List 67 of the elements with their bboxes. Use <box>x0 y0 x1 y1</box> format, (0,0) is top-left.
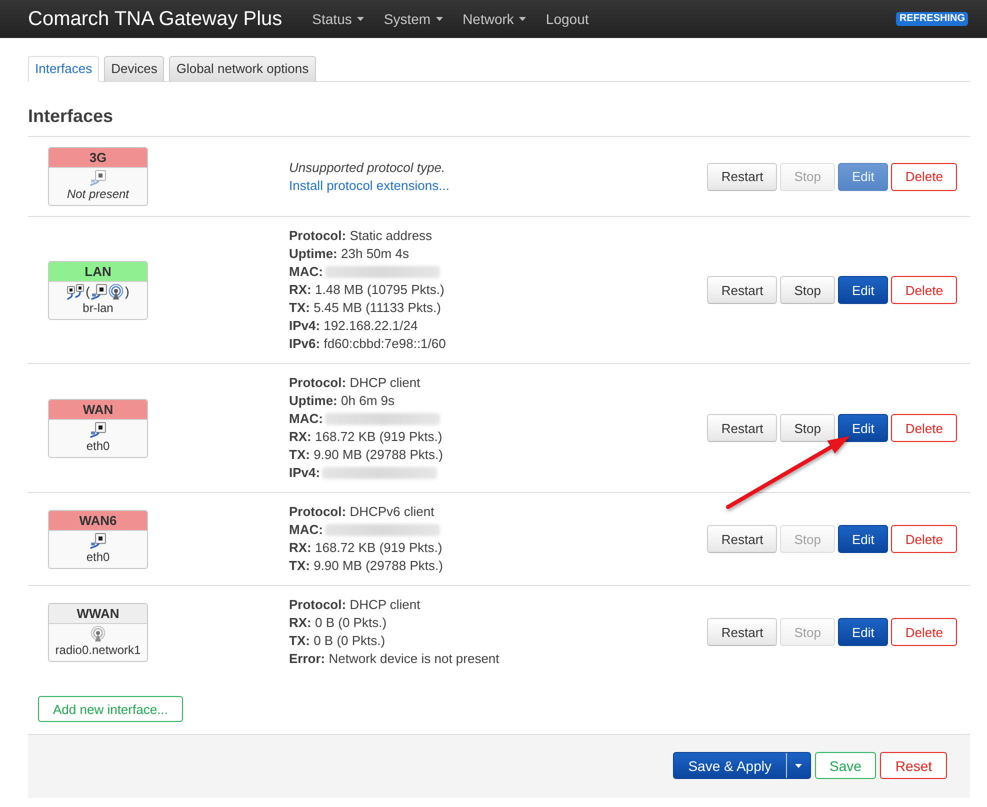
nav-menu-item[interactable]: System <box>384 11 443 27</box>
action-button[interactable]: Edit <box>838 414 888 442</box>
detail-line: Protocol: DHCP client <box>289 596 420 614</box>
detail-line: IPv4: 192.168.22.1/24 <box>289 317 418 335</box>
detail-line: RX: 168.72 KB (919 Pkts.) <box>289 428 442 446</box>
detail-line: Uptime: 0h 6m 9s <box>289 392 394 410</box>
caret-icon <box>518 17 526 21</box>
interface-name: 3G <box>49 148 147 168</box>
brand-title[interactable]: Comarch TNA Gateway Plus <box>28 8 282 30</box>
action-button[interactable]: Restart <box>707 276 778 304</box>
reset-button[interactable]: Reset <box>880 752 947 779</box>
detail-line: TX: 0 B (0 Pkts.) <box>289 632 386 650</box>
action-button[interactable]: Restart <box>707 525 778 553</box>
detail-line: Protocol: Static address <box>289 227 432 245</box>
detail-note: Unsupported protocol type. <box>289 158 446 176</box>
detail-label: MAC: <box>289 263 323 281</box>
action-button[interactable]: Delete <box>891 162 957 190</box>
nav-menu-item[interactable]: Logout <box>546 11 589 27</box>
tab[interactable]: Global network options <box>169 56 316 82</box>
action-button[interactable]: Restart <box>707 414 778 442</box>
nav-menu-item[interactable]: Status <box>312 11 364 27</box>
caret-icon <box>436 17 443 21</box>
action-button[interactable]: Restart <box>707 162 778 190</box>
detail-line: TX: 9.90 MB (29788 Pkts.) <box>289 446 443 464</box>
action-button[interactable]: Delete <box>891 414 957 442</box>
tab[interactable]: Devices <box>104 56 164 82</box>
close-bracket: ) <box>125 284 130 300</box>
detail-label: IPv4: <box>289 464 320 482</box>
interface-name: WAN <box>49 400 147 420</box>
detail-link[interactable]: Install protocol extensions... <box>289 176 450 194</box>
action-button[interactable]: Delete <box>891 276 957 304</box>
detail-line: IPv6: fd60:cbbd:7e98::1/60 <box>289 335 446 353</box>
action-button[interactable]: Delete <box>891 618 957 646</box>
detail-line: Uptime: 23h 50m 4s <box>289 245 409 263</box>
status-badge: REFRESHING <box>896 12 968 26</box>
detail-label: MAC: <box>289 410 323 428</box>
action-button[interactable]: Restart <box>707 618 778 646</box>
detail-line: Protocol: DHCPv6 client <box>289 503 434 521</box>
detail-line: Protocol: DHCP client <box>289 374 420 392</box>
action-button[interactable]: Edit <box>838 525 888 553</box>
action-button[interactable]: Delete <box>891 525 957 553</box>
device-name: eth0 <box>86 438 110 454</box>
caret-icon <box>794 764 802 768</box>
detail-line: TX: 5.45 MB (11133 Pkts.) <box>289 299 441 317</box>
device-name: Not present <box>66 186 130 202</box>
interface-name: LAN <box>49 262 147 282</box>
interface-name: WWAN <box>49 604 147 624</box>
detail-line: RX: 168.72 KB (919 Pkts.) <box>289 539 442 557</box>
open-bracket: ( <box>86 284 90 300</box>
action-button[interactable]: Edit <box>838 618 888 646</box>
detail-line: TX: 9.90 MB (29788 Pkts.) <box>289 557 443 575</box>
detail-line: RX: 0 B (0 Pkts.) <box>289 614 387 632</box>
detail-line: RX: 1.48 MB (10795 Pkts.) <box>289 281 444 299</box>
device-name: br-lan <box>82 300 114 316</box>
device-name: radio0.network1 <box>55 642 141 658</box>
action-button[interactable]: Stop <box>780 276 836 304</box>
device-name: eth0 <box>86 548 110 564</box>
action-button[interactable]: Stop <box>780 414 836 442</box>
tab[interactable]: Interfaces <box>28 56 100 82</box>
action-button[interactable]: Edit <box>838 276 888 304</box>
caret-icon <box>356 17 364 21</box>
interface-name: WAN6 <box>49 510 147 530</box>
save-apply-button[interactable]: Save & Apply <box>673 752 810 779</box>
section-title: Interfaces <box>28 106 114 127</box>
nav-menu-item[interactable]: Network <box>462 11 526 27</box>
detail-line: Error: Network device is not present <box>289 650 500 668</box>
detail-label: MAC: <box>289 521 323 539</box>
